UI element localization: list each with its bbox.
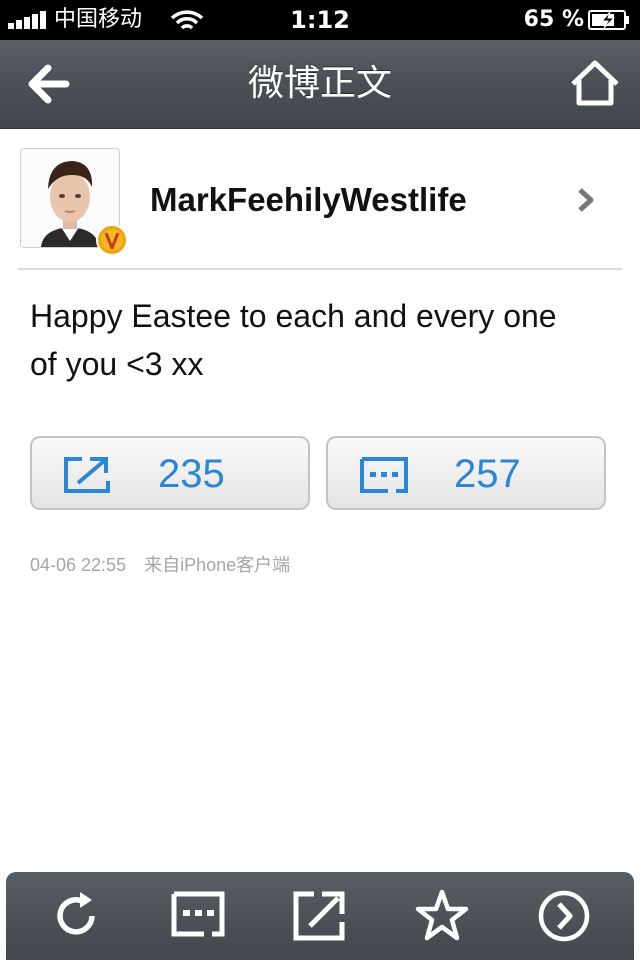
favorite-button[interactable] [412,886,472,946]
chevron-right-icon[interactable] [576,186,596,214]
refresh-icon [57,892,95,935]
post-text: Happy Eastee to each and every one of yo… [30,298,557,382]
username[interactable]: MarkFeehilyWestlife [150,180,467,220]
star-icon [415,889,469,941]
verified-badge-icon [96,224,128,256]
battery-percent: 65 % [523,7,584,32]
forward-circle-icon [538,890,590,942]
toolbar-repost-button[interactable] [290,886,350,946]
post-source: 来自iPhone客户端 [144,555,291,575]
post-meta: 04-06 22:55 来自iPhone客户端 [30,552,290,578]
repost-icon [293,891,345,941]
refresh-button[interactable] [46,886,106,946]
repost-icon [64,457,110,493]
divider [18,268,622,270]
home-icon[interactable] [568,56,622,110]
user-row[interactable]: MarkFeehilyWestlife [0,128,640,268]
comment-icon [171,891,225,937]
bottom-toolbar [6,872,634,960]
page-title: 微博正文 [247,63,392,104]
status-bar: 中国移动 1:12 65 % [0,0,640,40]
repost-count: 235 [158,452,225,496]
toolbar-comment-button[interactable] [168,886,228,946]
nav-bar: 微博正文 [0,40,640,129]
comment-button[interactable]: 257 [326,436,606,510]
more-button[interactable] [534,886,594,946]
repost-button[interactable]: 235 [30,436,310,510]
post-time: 04-06 22:55 [30,555,127,575]
battery-icon [588,10,629,30]
comment-count: 257 [454,452,521,496]
comment-icon [360,457,408,493]
